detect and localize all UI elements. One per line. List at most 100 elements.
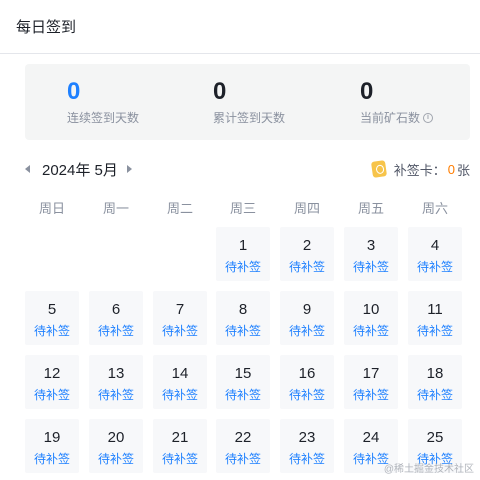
calendar-day[interactable]: 21 待补签 <box>153 419 207 473</box>
day-number: 7 <box>175 301 185 318</box>
day-number: 19 <box>43 429 61 446</box>
weekday-label: 周三 <box>229 201 256 216</box>
stat-value: 0 <box>360 78 374 105</box>
day-status: 待补签 <box>352 388 389 402</box>
weekday-label: 周六 <box>421 201 448 216</box>
day-status: 待补签 <box>416 260 453 274</box>
day-status: 待补签 <box>97 324 134 338</box>
day-number: 24 <box>362 429 380 446</box>
day-status: 待补签 <box>161 388 198 402</box>
makeup-card-icon <box>370 160 387 178</box>
day-number: 17 <box>362 365 380 382</box>
calendar-day[interactable]: 11 待补签 <box>408 291 462 345</box>
weekday-label: 周一 <box>102 201 129 216</box>
day-status: 待补签 <box>224 452 261 466</box>
calendar-day[interactable]: 1 待补签 <box>216 227 270 281</box>
day-status: 待补签 <box>33 388 70 402</box>
calendar-day[interactable]: 2 待补签 <box>280 227 334 281</box>
calendar-day[interactable]: 10 待补签 <box>344 291 398 345</box>
day-number: 16 <box>298 365 316 382</box>
next-month-icon[interactable] <box>126 165 132 173</box>
month-label: 2024年 5月 <box>42 161 118 179</box>
stat-label: 当前矿石数 <box>360 111 421 125</box>
day-number: 23 <box>298 429 316 446</box>
stats-panel: 0 连续签到天数 0 累计签到天数 0 当前矿石数 i <box>25 64 470 140</box>
day-number: 3 <box>366 237 376 254</box>
stat-label: 连续签到天数 <box>67 111 140 125</box>
day-number: 15 <box>234 365 252 382</box>
calendar-day[interactable]: 22 待补签 <box>216 419 270 473</box>
day-status: 待补签 <box>288 452 325 466</box>
day-number: 13 <box>107 365 125 382</box>
day-status: 待补签 <box>416 388 453 402</box>
makeup-card-label: 补签卡： <box>393 162 446 178</box>
makeup-card-count: 0 <box>447 161 455 177</box>
calendar-day[interactable]: 15 待补签 <box>216 355 270 409</box>
calendar-day[interactable]: 6 待补签 <box>89 291 143 345</box>
stat-label-row: 当前矿石数 i <box>360 109 434 126</box>
day-number: 12 <box>43 365 61 382</box>
calendar-grid: 1 待补签 2 待补签 3 待补签 4 待补签 5 待补签 6 待补签 7 待补签 8 待补签 … <box>25 227 470 480</box>
day-status: 待补签 <box>416 324 453 338</box>
day-status: 待补签 <box>161 324 198 338</box>
day-status: 待补签 <box>33 452 70 466</box>
day-number: 20 <box>107 429 125 446</box>
calendar-day[interactable]: 5 待补签 <box>25 291 79 345</box>
page-header: 每日签到 <box>0 0 480 54</box>
month-navigation: 2024年 5月 补签卡： 0 张 <box>25 157 470 181</box>
weekday-header: 周日 周一 周二 周三 周四 周五 周六 <box>25 198 470 218</box>
calendar-day[interactable]: 4 待补签 <box>408 227 462 281</box>
day-number: 8 <box>238 301 248 318</box>
info-icon[interactable]: i <box>423 112 434 123</box>
day-number: 5 <box>47 301 57 318</box>
makeup-card-unit: 张 <box>456 162 470 178</box>
stat-ore-count: 0 当前矿石数 i <box>360 78 434 126</box>
day-status: 待补签 <box>224 260 261 274</box>
day-number: 2 <box>302 237 312 254</box>
stat-consecutive-days: 0 连续签到天数 <box>67 78 139 126</box>
day-number: 25 <box>426 429 444 446</box>
calendar-day[interactable]: 23 待补签 <box>280 419 334 473</box>
day-status: 待补签 <box>288 324 325 338</box>
weekday-label: 周四 <box>293 201 320 216</box>
day-number: 9 <box>302 301 312 318</box>
watermark: @稀土掘金技术社区 <box>383 464 474 475</box>
day-status: 待补签 <box>224 324 261 338</box>
day-status: 待补签 <box>224 388 261 402</box>
day-status: 待补签 <box>352 324 389 338</box>
day-status: 待补签 <box>97 452 134 466</box>
calendar-day[interactable]: 14 待补签 <box>153 355 207 409</box>
calendar-day[interactable]: 3 待补签 <box>344 227 398 281</box>
prev-month-icon[interactable] <box>25 165 30 173</box>
day-number: 22 <box>234 429 252 446</box>
calendar-day[interactable]: 8 待补签 <box>216 291 270 345</box>
day-status: 待补签 <box>288 388 325 402</box>
day-status: 待补签 <box>161 452 198 466</box>
stat-label: 累计签到天数 <box>213 111 286 125</box>
day-number: 1 <box>238 237 248 254</box>
day-number: 11 <box>427 301 443 318</box>
calendar-day[interactable]: 17 待补签 <box>344 355 398 409</box>
day-status: 待补签 <box>33 324 70 338</box>
day-number: 21 <box>171 429 189 446</box>
calendar-day[interactable]: 19 待补签 <box>25 419 79 473</box>
day-status: 待补签 <box>288 260 325 274</box>
makeup-card-info: 补签卡： 0 张 <box>370 160 470 179</box>
weekday-label: 周五 <box>357 201 384 216</box>
day-number: 4 <box>430 237 440 254</box>
calendar-day[interactable]: 12 待补签 <box>25 355 79 409</box>
calendar-day[interactable]: 16 待补签 <box>280 355 334 409</box>
day-number: 6 <box>111 301 121 318</box>
calendar-day[interactable]: 7 待补签 <box>153 291 207 345</box>
page-title: 每日签到 <box>16 19 77 36</box>
day-number: 14 <box>171 365 189 382</box>
weekday-label: 周二 <box>166 201 193 216</box>
calendar-day[interactable]: 13 待补签 <box>89 355 143 409</box>
calendar-day[interactable]: 18 待补签 <box>408 355 462 409</box>
stat-value: 0 <box>213 78 227 105</box>
day-status: 待补签 <box>97 388 134 402</box>
calendar-day[interactable]: 9 待补签 <box>280 291 334 345</box>
stat-value: 0 <box>67 78 81 105</box>
calendar-day[interactable]: 20 待补签 <box>89 419 143 473</box>
weekday-label: 周日 <box>38 201 65 216</box>
